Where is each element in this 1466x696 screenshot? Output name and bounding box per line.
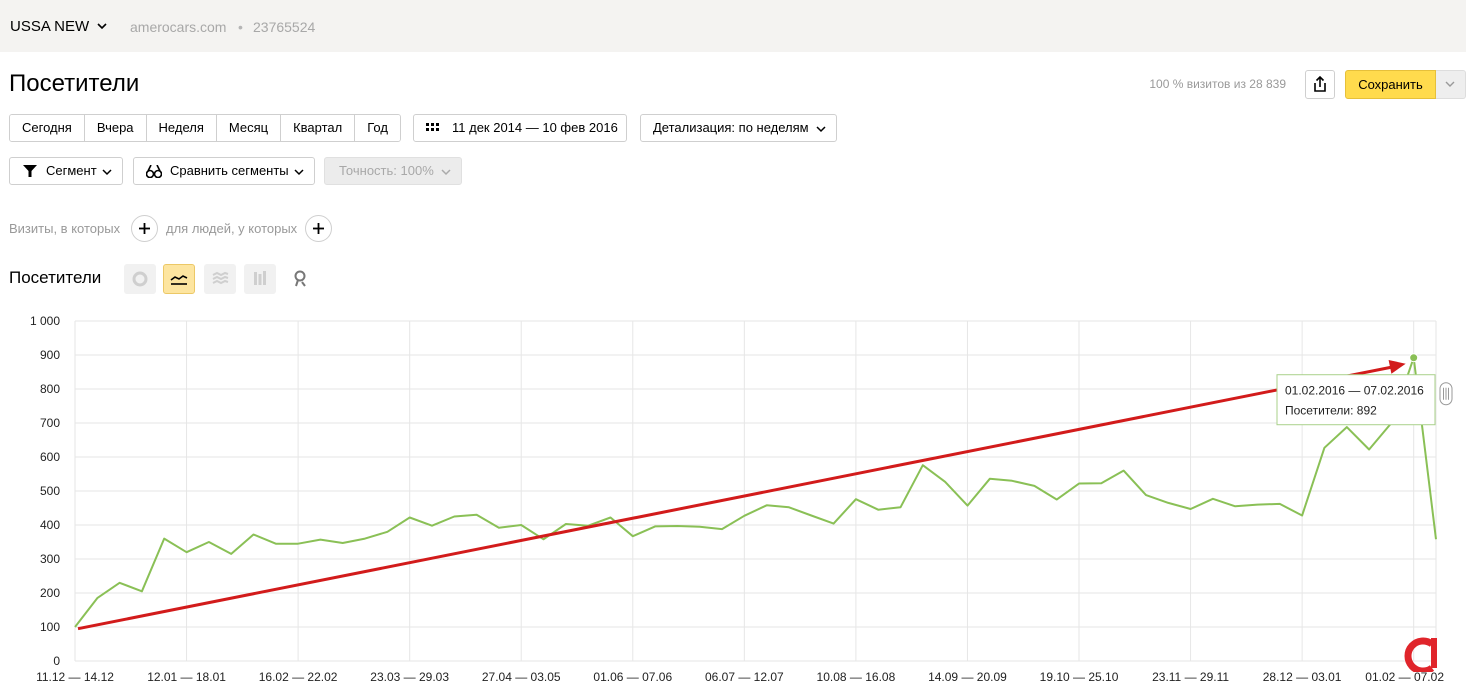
- add-visit-filter-button[interactable]: [131, 215, 158, 242]
- detail-label: Детализация: по неделям: [653, 120, 809, 135]
- counter-selector[interactable]: USSA NEW: [10, 18, 89, 35]
- plus-icon: [313, 223, 324, 234]
- segment-label: Сегмент: [46, 163, 97, 178]
- chevron-down-icon: [816, 126, 826, 133]
- tooltip-period: 01.02.2016 — 07.02.2016: [1285, 384, 1424, 398]
- x-tick-label: 28.12 — 03.01: [1263, 670, 1342, 684]
- period-yesterday-button[interactable]: Вчера: [84, 115, 147, 141]
- period-today-button[interactable]: Сегодня: [10, 115, 85, 141]
- filter-visits-label: Визиты, в которых: [9, 221, 121, 236]
- visits-info: 100 % визитов из 28 839: [1149, 77, 1286, 91]
- x-tick-label: 01.02 — 07.02: [1365, 670, 1444, 684]
- chart-type-line-button[interactable]: [163, 264, 195, 294]
- chart-resize-handle[interactable]: [1439, 382, 1453, 406]
- chevron-down-icon: [294, 169, 304, 176]
- x-tick-label: 06.07 — 12.07: [705, 670, 784, 684]
- save-dropdown-button[interactable]: [1436, 70, 1466, 99]
- bar-chart-icon: [254, 271, 266, 285]
- date-range-button[interactable]: 11 дек 2014 — 10 фев 2016: [413, 114, 627, 142]
- chart-type-bar-button[interactable]: [244, 264, 276, 294]
- x-tick-label: 01.06 — 07.06: [593, 670, 672, 684]
- brand-logo: [1404, 637, 1437, 672]
- x-tick-label: 16.02 — 22.02: [259, 670, 338, 684]
- page-title: Посетители: [9, 70, 140, 97]
- x-tick-label: 12.01 — 18.01: [147, 670, 226, 684]
- x-tick-label: 19.10 — 25.10: [1040, 670, 1119, 684]
- x-tick-label: 14.09 — 20.09: [928, 670, 1007, 684]
- y-tick-label: 300: [40, 552, 60, 566]
- plus-icon: [139, 223, 150, 234]
- add-people-filter-button[interactable]: [305, 215, 332, 242]
- chevron-down-icon: [441, 169, 451, 176]
- compare-icon: [146, 165, 162, 178]
- y-tick-label: 0: [53, 654, 60, 668]
- segment-button[interactable]: Сегмент: [9, 157, 123, 185]
- chart-type-area-button[interactable]: [204, 264, 236, 294]
- x-tick-label: 10.08 — 16.08: [817, 670, 896, 684]
- y-tick-label: 800: [40, 382, 60, 396]
- highlighted-point: [1409, 353, 1419, 363]
- y-tick-label: 100: [40, 620, 60, 634]
- period-week-button[interactable]: Неделя: [146, 115, 217, 141]
- y-tick-label: 1 000: [30, 314, 60, 328]
- x-tick-label: 27.04 — 03.05: [482, 670, 561, 684]
- chevron-down-icon: [102, 169, 112, 176]
- accuracy-label: Точность: 100%: [339, 163, 434, 178]
- date-range-label: 11 дек 2014 — 10 фев 2016: [452, 120, 618, 135]
- site-domain: amerocars.com: [130, 19, 227, 35]
- compare-label: Сравнить сегменты: [170, 163, 289, 178]
- trend-arrow-head: [1388, 360, 1406, 374]
- chart-section-title: Посетители: [9, 268, 102, 287]
- top-bar: USSA NEW amerocars.com • 23765524: [0, 0, 1466, 52]
- y-tick-label: 900: [40, 348, 60, 362]
- counter-id: 23765524: [253, 19, 316, 35]
- x-tick-label: 11.12 — 14.12: [36, 670, 114, 684]
- detail-dropdown[interactable]: Детализация: по неделям: [640, 114, 837, 142]
- separator-dot: •: [238, 19, 243, 35]
- period-quarter-button[interactable]: Квартал: [281, 115, 356, 141]
- y-tick-label: 400: [40, 518, 60, 532]
- share-button[interactable]: [1305, 70, 1335, 99]
- y-tick-label: 700: [40, 416, 60, 430]
- filter-people-label: для людей, у которых: [166, 221, 298, 236]
- trend-arrow-line: [77, 365, 1394, 631]
- period-year-button[interactable]: Год: [355, 115, 400, 141]
- save-button[interactable]: Сохранить: [1345, 70, 1436, 99]
- y-tick-label: 200: [40, 586, 60, 600]
- share-icon: [1314, 75, 1326, 92]
- compare-segments-button[interactable]: Сравнить сегменты: [133, 157, 315, 185]
- accuracy-dropdown[interactable]: Точность: 100%: [324, 157, 462, 185]
- visitors-line-chart[interactable]: 0 100 200 300 400 500 600 700 800 900 1 000 11.12 —…: [0, 310, 1466, 696]
- pie-chart-icon: [132, 271, 148, 287]
- chevron-down-icon: [1445, 81, 1455, 87]
- chart-type-map-button[interactable]: [284, 264, 316, 294]
- x-tick-label: 23.11 — 29.11: [1152, 670, 1229, 684]
- funnel-icon: [23, 165, 37, 177]
- chevron-down-icon[interactable]: [96, 20, 108, 32]
- x-tick-label: 23.03 — 29.03: [370, 670, 449, 684]
- calendar-icon: [426, 123, 439, 131]
- tooltip-value: Посетители: 892: [1285, 404, 1377, 418]
- period-selector: Сегодня Вчера Неделя Месяц Квартал Год: [9, 114, 401, 142]
- chart-type-pie-button[interactable]: [124, 264, 156, 294]
- area-chart-icon: [212, 271, 229, 285]
- map-pin-icon: [294, 270, 306, 287]
- period-month-button[interactable]: Месяц: [216, 115, 282, 141]
- line-chart-icon: [170, 275, 188, 285]
- y-tick-label: 600: [40, 450, 60, 464]
- y-tick-label: 500: [40, 484, 60, 498]
